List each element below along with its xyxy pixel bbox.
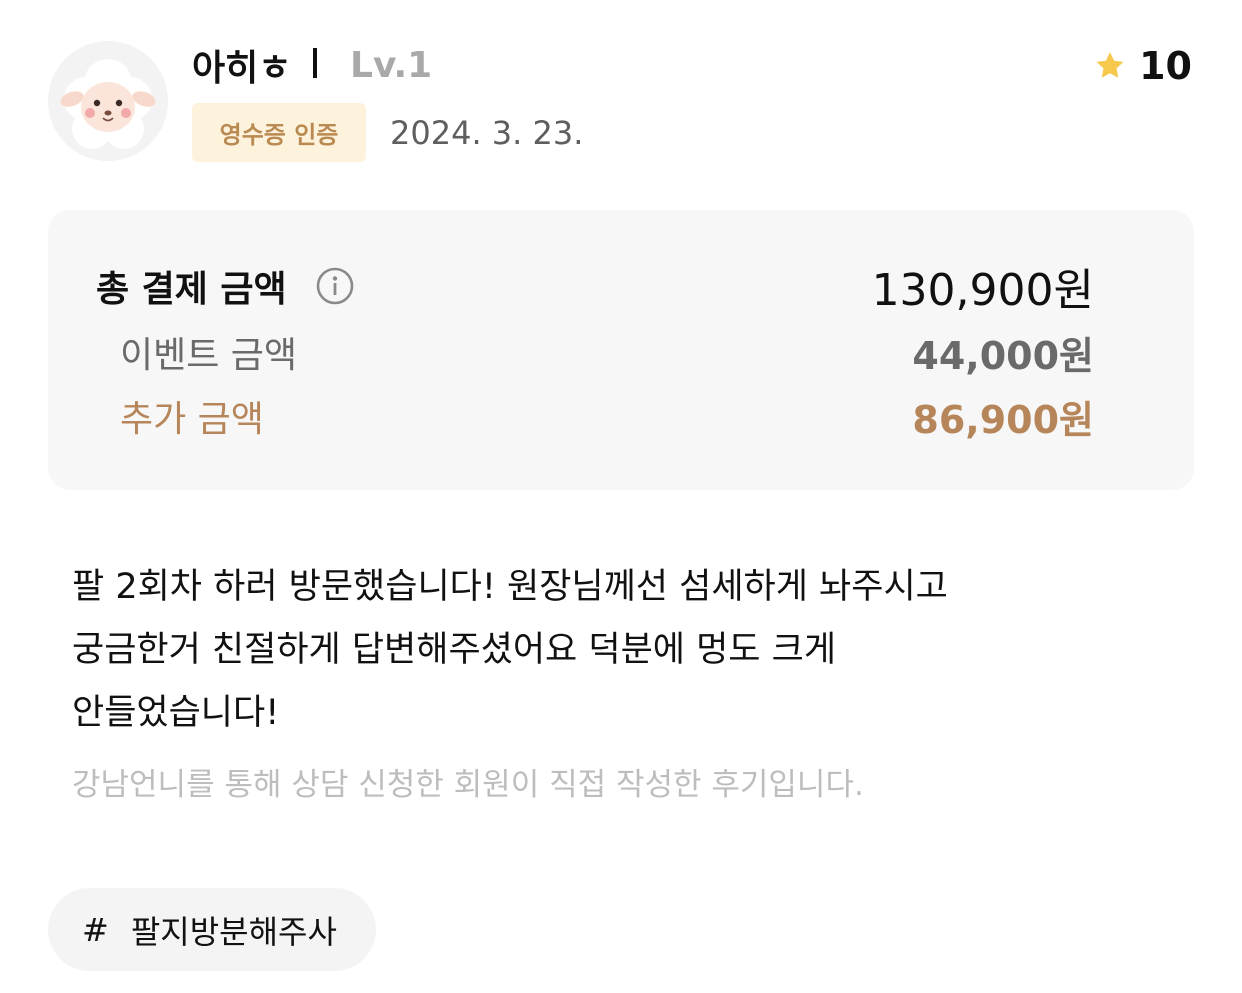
nickname-divider — [313, 48, 317, 78]
review-text: 팔 2회차 하러 방문했습니다! 원장님께선 섬세하게 놔주시고 궁금한거 친절… — [72, 556, 1172, 745]
total-payment-row: 총 결제 금액 130,900원 — [0, 258, 1146, 316]
treatment-tag-label: 팔지방분해주사 — [130, 912, 337, 951]
treatment-tag-chip[interactable]: # 팔지방분해주사 — [48, 888, 376, 971]
extra-amount-label: 추가 금액 — [120, 399, 264, 440]
avatar[interactable] — [48, 41, 168, 161]
review-line: 궁금한거 친절하게 답변해주셨어요 덕분에 멍도 크게 — [72, 630, 837, 670]
info-icon[interactable] — [315, 266, 355, 306]
event-amount-label: 이벤트 금액 — [120, 335, 298, 376]
receipt-verified-badge: 영수증 인증 — [192, 103, 366, 162]
extra-amount-row: 추가 금액 86,900원 — [0, 388, 1146, 444]
sheep-avatar-icon — [48, 41, 168, 161]
review-line: 팔 2회차 하러 방문했습니다! 원장님께선 섬세하게 놔주시고 — [72, 567, 948, 607]
rating: 10 — [1093, 44, 1192, 88]
reviewer-nickname[interactable]: 아히ㅎ — [192, 42, 291, 89]
event-amount-row: 이벤트 금액 44,000원 — [0, 324, 1146, 380]
review-line: 안들었습니다! — [72, 693, 280, 733]
hash-icon: # — [82, 910, 109, 949]
extra-amount-value: 86,900원 — [912, 397, 1094, 442]
total-payment-label: 총 결제 금액 — [96, 269, 287, 310]
verified-review-notice: 강남언니를 통해 상담 신청한 회원이 직접 작성한 후기입니다. — [72, 766, 864, 803]
total-payment-amount: 130,900원 — [871, 265, 1094, 316]
review-date: 2024. 3. 23. — [390, 114, 584, 152]
star-icon — [1096, 52, 1124, 78]
reviewer-level: Lv.1 — [350, 44, 433, 86]
rating-value: 10 — [1139, 44, 1192, 88]
event-amount-value: 44,000원 — [912, 333, 1094, 378]
